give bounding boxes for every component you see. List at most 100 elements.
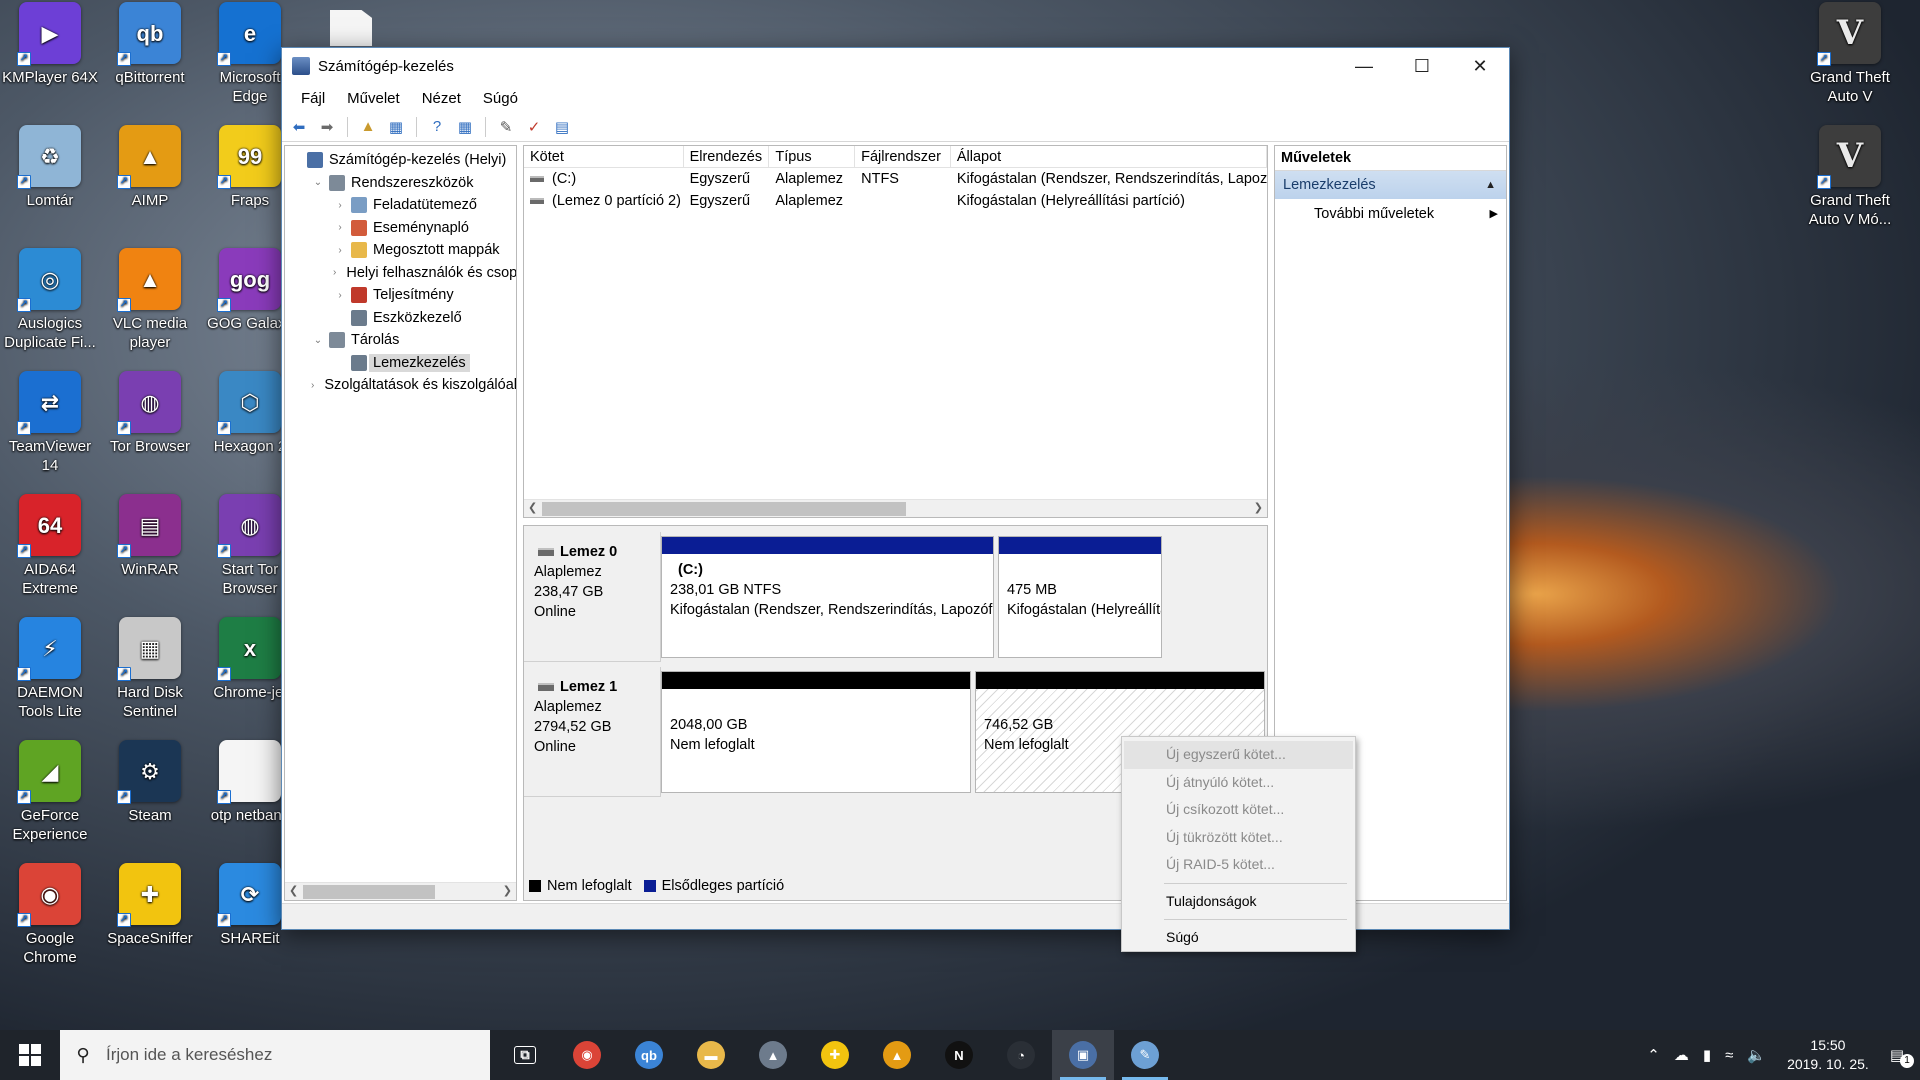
close-button[interactable]: ✕	[1451, 48, 1509, 84]
battery-icon[interactable]: ▮	[1696, 1046, 1718, 1064]
column-header-kotet[interactable]: Kötet	[524, 146, 684, 167]
tree-horizontal-scrollbar[interactable]: ❮ ❯	[285, 882, 516, 900]
desktop-icon-teamviewer-14[interactable]: ⇄ ↗ TeamViewer 14	[0, 371, 100, 475]
partition-block[interactable]: 475 MB Kifogástalan (Helyreállítási partí…	[998, 536, 1162, 658]
table-row[interactable]: (C:) Egyszerű Alaplemez NTFS Kifogástalan (R…	[524, 168, 1267, 190]
taskbar-app-netflix[interactable]: N	[928, 1030, 990, 1080]
taskbar-app-paint[interactable]: ✎	[1114, 1030, 1176, 1080]
scroll-left-icon[interactable]: ❮	[528, 501, 537, 514]
desktop-icon-vlc-media-player[interactable]: ▲ ↗ VLC media player	[100, 248, 200, 352]
forward-arrow-icon[interactable]: ➡	[316, 116, 338, 138]
connect-icon[interactable]: ✎	[495, 116, 517, 138]
collapse-chevron-icon[interactable]: ⌄	[311, 177, 325, 188]
collapse-up-icon[interactable]: ▲	[1485, 171, 1496, 199]
tree-item-megosztott-mappak[interactable]: › Megosztott mappák	[285, 239, 516, 262]
clock[interactable]: 15:50 2019. 10. 25.	[1773, 1036, 1883, 1074]
taskbar-app-chrome[interactable]: ◉	[556, 1030, 618, 1080]
checklist-icon[interactable]: ✓	[523, 116, 545, 138]
scroll-right-icon[interactable]: ❯	[1254, 501, 1263, 514]
taskbar-app-file-explorer[interactable]: ▬	[680, 1030, 742, 1080]
ctx-new-spanned-volume[interactable]: Új átnyúló kötet...	[1124, 769, 1353, 797]
desktop-icon-tor-browser[interactable]: ◍ ↗ Tor Browser	[100, 371, 200, 456]
ctx-help[interactable]: Súgó	[1124, 924, 1353, 952]
tree-item-feladatutemezo[interactable]: › Feladatütemező	[285, 194, 516, 217]
tree-item-eszkozkezelo[interactable]: Eszközkezelő	[285, 307, 516, 330]
desktop-icon-gta-v-1[interactable]: V ↗ Grand Theft Auto V Mó...	[1800, 125, 1900, 229]
up-folder-icon[interactable]: ▲	[357, 116, 379, 138]
desktop-icon-google-chrome[interactable]: ◉ ↗ Google Chrome	[0, 863, 100, 967]
scroll-left-icon[interactable]: ❮	[289, 884, 298, 897]
show-hidden-icons-chevron-icon[interactable]: ⌃	[1640, 1046, 1667, 1064]
expand-chevron-icon[interactable]: ›	[333, 290, 347, 301]
desktop-icon-steam[interactable]: ⚙ ↗ Steam	[100, 740, 200, 825]
action-pane-icon[interactable]: ▦	[454, 116, 476, 138]
desktop-icon-lomtar[interactable]: ♻ ↗ Lomtár	[0, 125, 100, 210]
column-header-allapot[interactable]: Állapot	[951, 146, 1267, 167]
partition-block[interactable]: 2048,00 GB Nem lefoglalt	[661, 671, 971, 793]
expand-chevron-icon[interactable]: ›	[311, 380, 314, 391]
desktop-icon-auslogics-duplicate-fi[interactable]: ◎ ↗ Auslogics Duplicate Fi...	[0, 248, 100, 352]
disk-label[interactable]: Lemez 1 Alaplemez 2794,52 GB Online	[524, 667, 661, 797]
taskbar-app-task-view[interactable]: ⧉	[494, 1030, 556, 1080]
scroll-thumb[interactable]	[303, 885, 435, 899]
taskbar-app-aimp[interactable]: ▲	[866, 1030, 928, 1080]
minimize-button[interactable]: —	[1335, 48, 1393, 84]
table-row[interactable]: (Lemez 0 partíció 2) Egyszerű Alaplemez Kif…	[524, 190, 1267, 212]
desktop-icon-qbittorrent[interactable]: qb ↗ qBittorrent	[100, 2, 200, 87]
column-header-fajlrendszer[interactable]: Fájlrendszer	[855, 146, 951, 167]
menu-file[interactable]: Fájl	[290, 90, 336, 107]
wifi-icon[interactable]: ≈	[1718, 1047, 1740, 1064]
scroll-thumb[interactable]	[542, 502, 906, 516]
menu-help[interactable]: Súgó	[472, 90, 529, 107]
properties-icon[interactable]: ▤	[551, 116, 573, 138]
action-center-icon[interactable]: ▤ 1	[1883, 1046, 1920, 1068]
expand-chevron-icon[interactable]: ›	[333, 267, 336, 278]
desktop-icon-winrar[interactable]: ▤ ↗ WinRAR	[100, 494, 200, 579]
taskbar-search-box[interactable]: ⚲ Írjon ide a kereséshez	[60, 1030, 490, 1080]
ctx-new-striped-volume[interactable]: Új csíkozott kötet...	[1124, 796, 1353, 824]
column-header-tipus[interactable]: Típus	[769, 146, 856, 167]
desktop-icon-aimp[interactable]: ▲ ↗ AIMP	[100, 125, 200, 210]
tree-item-rendszereszkozok[interactable]: ⌄ Rendszereszközök	[285, 172, 516, 195]
disk-label[interactable]: Lemez 0 Alaplemez 238,47 GB Online	[524, 532, 661, 662]
ctx-new-raid5-volume[interactable]: Új RAID-5 kötet...	[1124, 851, 1353, 879]
partition-block[interactable]: (C:) 238,01 GB NTFS Kifogástalan (Rendszer…	[661, 536, 994, 658]
desktop-icon-kmplayer-64x[interactable]: ▶ ↗ KMPlayer 64X	[0, 2, 100, 87]
tree-item-szolgaltatasok-es-kiszolgaloalkalmazasok[interactable]: › Szolgáltatások és kiszolgálóalkalmazáso…	[285, 374, 516, 397]
expand-chevron-icon[interactable]: ›	[333, 222, 347, 233]
taskbar-app-qbittorrent[interactable]: qb	[618, 1030, 680, 1080]
tree-item-szamitogep-kezeles-helyi[interactable]: Számítógép-kezelés (Helyi)	[285, 149, 516, 172]
ctx-new-mirrored-volume[interactable]: Új tükrözött kötet...	[1124, 824, 1353, 852]
tree-item-tarolas[interactable]: ⌄ Tárolás	[285, 329, 516, 352]
tree-item-helyi-felhasznalok-es-csoportok[interactable]: › Helyi felhasználók és csoportok	[285, 262, 516, 285]
volume-speaker-icon[interactable]: 🔈	[1740, 1046, 1773, 1064]
more-actions-item[interactable]: További műveletek ▶	[1275, 199, 1506, 229]
desktop-icon-gta-v-0[interactable]: V ↗ Grand Theft Auto V	[1800, 2, 1900, 106]
scroll-right-icon[interactable]: ❯	[503, 884, 512, 897]
tree-item-teljesitmeny[interactable]: › Teljesítmény	[285, 284, 516, 307]
taskbar-app-photos[interactable]: ▲	[742, 1030, 804, 1080]
start-button[interactable]	[0, 1030, 60, 1080]
menu-action[interactable]: Művelet	[336, 90, 411, 107]
column-header-elrendezes[interactable]: Elrendezés	[684, 146, 770, 167]
tree-item-lemezkezeles[interactable]: Lemezkezelés	[285, 352, 516, 375]
desktop-icon-geforce-experience[interactable]: ◢ ↗ GeForce Experience	[0, 740, 100, 844]
title-bar[interactable]: Számítógép-kezelés — ☐ ✕	[282, 48, 1509, 84]
desktop-icon-aida64-extreme[interactable]: 64 ↗ AIDA64 Extreme	[0, 494, 100, 598]
back-arrow-icon[interactable]: ⬅	[288, 116, 310, 138]
desktop-icon-spacesniffer[interactable]: ✚ ↗ SpaceSniffer	[100, 863, 200, 948]
onedrive-cloud-icon[interactable]: ☁	[1667, 1046, 1696, 1064]
desktop-icon-hard-disk-sentinel[interactable]: ▦ ↗ Hard Disk Sentinel	[100, 617, 200, 721]
tree-item-esemenynaplo[interactable]: › Eseménynapló	[285, 217, 516, 240]
maximize-button[interactable]: ☐	[1393, 48, 1451, 84]
volume-horizontal-scrollbar[interactable]: ❮ ❯	[524, 499, 1267, 517]
taskbar-app-speed[interactable]: ◔	[990, 1030, 1052, 1080]
collapse-chevron-icon[interactable]: ⌄	[311, 335, 325, 346]
desktop-file-icon[interactable]	[330, 10, 372, 46]
taskbar-app-spacesniffer[interactable]: ✚	[804, 1030, 866, 1080]
help-icon[interactable]: ?	[426, 116, 448, 138]
ctx-new-simple-volume[interactable]: Új egyszerű kötet...	[1124, 741, 1353, 769]
desktop-icon-daemon-tools-lite[interactable]: ⚡ ↗ DAEMON Tools Lite	[0, 617, 100, 721]
expand-chevron-icon[interactable]: ›	[333, 245, 347, 256]
show-hide-tree-icon[interactable]: ▦	[385, 116, 407, 138]
